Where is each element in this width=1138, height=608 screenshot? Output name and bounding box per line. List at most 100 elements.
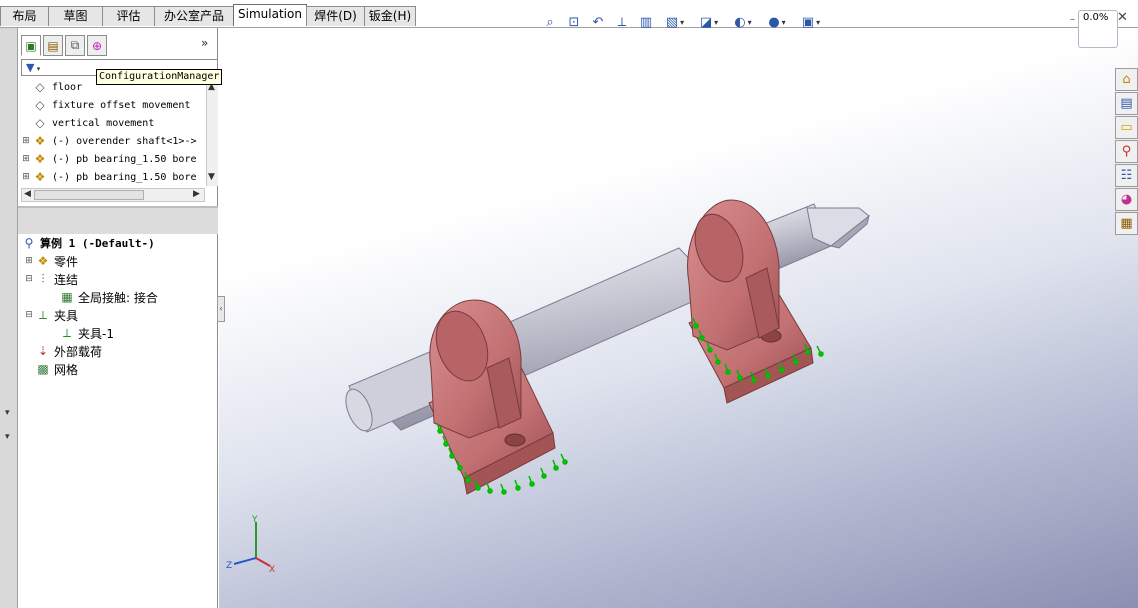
part-icon: ❖ bbox=[34, 152, 46, 166]
left-edge-bar: ▾ ▾ bbox=[0, 28, 18, 608]
tree-row-label: (-) overender shaft<1>-> bbox=[52, 135, 197, 147]
reference-triad: Y Z X bbox=[226, 515, 275, 574]
feature-manager-panel: ▣ ▤ ⧉ ⊕ » ▼ ▾ ◇ floor ◇ fixture offset m… bbox=[18, 28, 218, 608]
tree-vertical-scrollbar[interactable]: ▲ ▼ bbox=[206, 80, 218, 186]
study-item-label: 零件 bbox=[54, 254, 79, 269]
zoom-to-area-icon[interactable]: ⊡ bbox=[564, 13, 584, 31]
simulation-study-tree: ⚲ 算例 1 (-Default-) ⊞ ❖ 零件 ⊟ ⫶ 连结 ▦ 全局接触:… bbox=[18, 234, 218, 394]
search-icon[interactable]: ⚲ bbox=[1115, 140, 1138, 163]
study-item-label: 全局接触: 接合 bbox=[78, 290, 158, 305]
graphics-viewport[interactable] bbox=[219, 28, 1138, 608]
configurationmanager-tooltip: ConfigurationManager bbox=[96, 69, 223, 85]
view-palette-icon[interactable]: ☷ bbox=[1115, 164, 1138, 187]
tab-sheet-metal[interactable]: 钣金(H) bbox=[364, 6, 416, 26]
study-item-fixture-1[interactable]: ⟂ 夹具-1 bbox=[58, 324, 114, 342]
expand-icon[interactable]: ⊞ bbox=[21, 172, 31, 182]
triad-y-label: Y bbox=[251, 515, 258, 525]
edge-caret-icon[interactable]: ▾ bbox=[5, 432, 10, 442]
tab-sketch[interactable]: 草图 bbox=[48, 6, 103, 26]
collapse-icon[interactable]: ⊟ bbox=[24, 310, 34, 320]
connections-icon: ⫶ bbox=[41, 271, 45, 286]
custom-properties-icon[interactable]: ▦ bbox=[1115, 212, 1138, 235]
plane-icon: ◇ bbox=[35, 80, 45, 94]
tree-row-label: (-) pb bearing_1.50 bore bbox=[52, 171, 197, 183]
command-manager-tabs: 布局 草图 评估 办公室产品 Simulation 焊件(D) 钣金(H) bbox=[0, 4, 416, 26]
tree-row-label: floor bbox=[52, 81, 83, 93]
study-item-external-loads[interactable]: ⇣ 外部载荷 bbox=[34, 342, 102, 360]
featuremanager-icon[interactable]: ▣ bbox=[21, 35, 41, 56]
file-explorer-icon[interactable]: ▭ bbox=[1115, 116, 1138, 139]
tree-row[interactable]: ◇ floor bbox=[21, 78, 82, 96]
expand-icon[interactable]: ⊞ bbox=[24, 256, 34, 266]
tree-row-label: fixture offset movement bbox=[52, 99, 191, 111]
parts-icon: ❖ bbox=[37, 254, 49, 268]
close-icon[interactable]: ✕ bbox=[1117, 10, 1128, 25]
tree-row-label: (-) pb bearing_1.50 bore bbox=[52, 153, 197, 165]
tree-row[interactable]: ◇ vertical movement bbox=[21, 114, 154, 132]
part-icon: ❖ bbox=[34, 134, 46, 148]
panel-splitter[interactable] bbox=[18, 206, 218, 234]
triad-z-axis bbox=[233, 557, 257, 565]
model-render bbox=[345, 199, 870, 495]
study-item-mesh[interactable]: ▩ 网格 bbox=[34, 360, 78, 378]
tab-layout[interactable]: 布局 bbox=[0, 6, 49, 26]
fixture-icon: ⟂ bbox=[62, 325, 71, 340]
fixtures-icon: ⟂ bbox=[38, 307, 47, 322]
study-icon: ⚲ bbox=[24, 236, 34, 250]
study-item-parts[interactable]: ⊞ ❖ 零件 bbox=[24, 252, 78, 270]
appearances-icon[interactable]: ◕ bbox=[1115, 188, 1138, 211]
external-loads-icon: ⇣ bbox=[37, 344, 49, 358]
study-item-fixtures[interactable]: ⊟ ⟂ 夹具 bbox=[24, 306, 78, 324]
previous-view-icon[interactable]: ↶ bbox=[588, 13, 608, 31]
study-root[interactable]: ⚲ 算例 1 (-Default-) bbox=[20, 234, 155, 252]
edge-caret-icon[interactable]: ▾ bbox=[5, 408, 10, 418]
edit-appearance-icon[interactable]: ● ▾ bbox=[762, 13, 792, 31]
global-contact-icon: ▦ bbox=[61, 290, 73, 304]
section-view-icon[interactable]: ⟂ bbox=[612, 13, 632, 31]
tree-row[interactable]: ◇ fixture offset movement bbox=[21, 96, 190, 114]
scroll-right-icon[interactable]: ▶ bbox=[193, 189, 200, 199]
expand-icon[interactable]: ⊞ bbox=[21, 136, 31, 146]
scroll-down-icon[interactable]: ▼ bbox=[208, 172, 215, 182]
study-item-connections[interactable]: ⊟ ⫶ 连结 bbox=[24, 270, 78, 288]
study-item-label: 夹具 bbox=[54, 308, 79, 323]
design-library-icon[interactable]: ▤ bbox=[1115, 92, 1138, 115]
tree-row[interactable]: ⊞ ❖ (-) pb bearing_1.50 bore bbox=[21, 168, 197, 186]
home-icon[interactable]: ⌂ bbox=[1115, 68, 1138, 91]
mesh-icon: ▩ bbox=[37, 362, 49, 376]
dimxpert-icon[interactable]: ⊕ bbox=[87, 35, 107, 56]
task-pane-tabs: ⌂ ▤ ▭ ⚲ ☷ ◕ ▦ bbox=[1115, 68, 1138, 236]
display-style-icon[interactable]: ◪ ▾ bbox=[694, 13, 724, 31]
study-item-global-contact[interactable]: ▦ 全局接触: 接合 bbox=[58, 288, 158, 306]
expand-icon[interactable]: ⊞ bbox=[21, 154, 31, 164]
view-orientation-icon[interactable]: ▧ ▾ bbox=[660, 13, 690, 31]
tab-simulation[interactable]: Simulation bbox=[233, 4, 307, 26]
tree-horizontal-scrollbar[interactable]: ◀ ▶ bbox=[21, 188, 205, 202]
dynamic-annotation-icon[interactable]: ▥ bbox=[636, 13, 656, 31]
tree-row-label: vertical movement bbox=[52, 117, 155, 129]
triad-x-axis bbox=[255, 557, 271, 567]
study-item-label: 网格 bbox=[54, 362, 79, 377]
tab-evaluate[interactable]: 评估 bbox=[102, 6, 155, 26]
manager-tabs: ▣ ▤ ⧉ ⊕ bbox=[21, 35, 107, 57]
configurationmanager-icon[interactable]: ⧉ bbox=[65, 35, 85, 56]
apply-scene-icon[interactable]: ▣ ▾ bbox=[796, 13, 826, 31]
panel-collapse-handle[interactable]: ‹ bbox=[217, 296, 225, 322]
study-item-label: 外部载荷 bbox=[54, 344, 103, 359]
heads-up-view-toolbar: ⌕ ⊡ ↶ ⟂ ▥ ▧ ▾ ◪ ▾ ◐ ▾ ● ▾ ▣ ▾ bbox=[540, 12, 826, 32]
study-item-label: 夹具-1 bbox=[78, 326, 114, 341]
scroll-left-icon[interactable]: ◀ bbox=[24, 189, 31, 199]
minimize-icon[interactable]: – bbox=[1070, 14, 1075, 25]
tab-office-products[interactable]: 办公室产品 bbox=[154, 6, 234, 26]
hide-show-icon[interactable]: ◐ ▾ bbox=[728, 13, 758, 31]
scroll-thumb[interactable] bbox=[34, 190, 144, 200]
collapse-icon[interactable]: ⊟ bbox=[24, 274, 34, 284]
zoom-to-fit-icon[interactable]: ⌕ bbox=[540, 13, 560, 31]
propertymanager-icon[interactable]: ▤ bbox=[43, 35, 63, 56]
tab-weldments[interactable]: 焊件(D) bbox=[306, 6, 365, 26]
tree-row[interactable]: ⊞ ❖ (-) pb bearing_1.50 bore bbox=[21, 150, 197, 168]
study-title: 算例 1 (-Default-) bbox=[40, 237, 155, 250]
tree-row[interactable]: ⊞ ❖ (-) overender shaft<1>-> bbox=[21, 132, 197, 150]
part-icon: ❖ bbox=[34, 170, 46, 184]
expand-panel-icon[interactable]: » bbox=[201, 36, 208, 50]
